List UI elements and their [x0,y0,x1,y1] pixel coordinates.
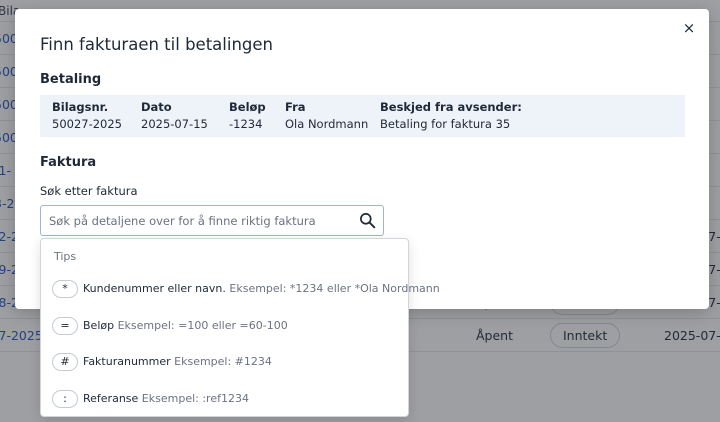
payment-belop: Beløp -1234 [229,100,266,131]
search-icon[interactable] [359,212,376,229]
section-heading-faktura: Faktura [40,155,97,170]
tip-text: Fakturanummer [83,355,171,368]
payment-value: Betaling for faktura 35 [380,117,511,131]
payment-label: Dato [141,100,172,114]
tip-example: Eksempel: *1234 eller *Ola Nordmann [229,282,440,295]
search-label: Søk etter faktura [40,184,138,198]
payment-label: Beskjed fra avsender: [380,100,522,114]
payment-bilagsnr: Bilagsnr. 50027-2025 [52,100,122,131]
tip-key: # [52,353,78,371]
payment-label: Beløp [229,100,266,114]
invoice-search-input[interactable] [49,206,349,235]
payment-label: Bilagsnr. [52,100,109,114]
close-icon[interactable]: × [681,20,697,36]
tips-title: Tips [54,250,77,263]
payment-value: 2025-07-15 [141,117,208,131]
payment-dato: Dato 2025-07-15 [141,100,208,131]
payment-value: Ola Nordmann [285,117,369,131]
payment-beskjed: Beskjed fra avsender: Betaling for faktu… [380,100,522,131]
tip-key: : [52,390,78,408]
section-heading-betaling: Betaling [40,72,102,87]
payment-details: Bilagsnr. 50027-2025 Dato 2025-07-15 Bel… [40,95,685,137]
tip-example: Eksempel: :ref1234 [141,392,249,405]
invoice-search[interactable] [40,205,384,236]
search-tips-dropdown: Tips * Kundenummer eller navn. Eksempel:… [40,238,440,417]
tip-text: Referanse [83,392,139,405]
payment-value: -1234 [229,117,263,131]
tip-example: Eksempel: #1234 [174,355,272,368]
tip-key: * [52,280,78,298]
payment-label: Fra [285,100,306,114]
tip-text: Kundenummer eller navn. [83,282,226,295]
payment-value: 50027-2025 [52,117,122,131]
tip-key: = [52,317,78,335]
tip-text: Beløp [83,319,115,332]
modal-title: Finn fakturaen til betalingen [40,35,273,54]
payment-fra: Fra Ola Nordmann [285,100,368,131]
tip-example: Eksempel: =100 eller =60-100 [117,319,288,332]
